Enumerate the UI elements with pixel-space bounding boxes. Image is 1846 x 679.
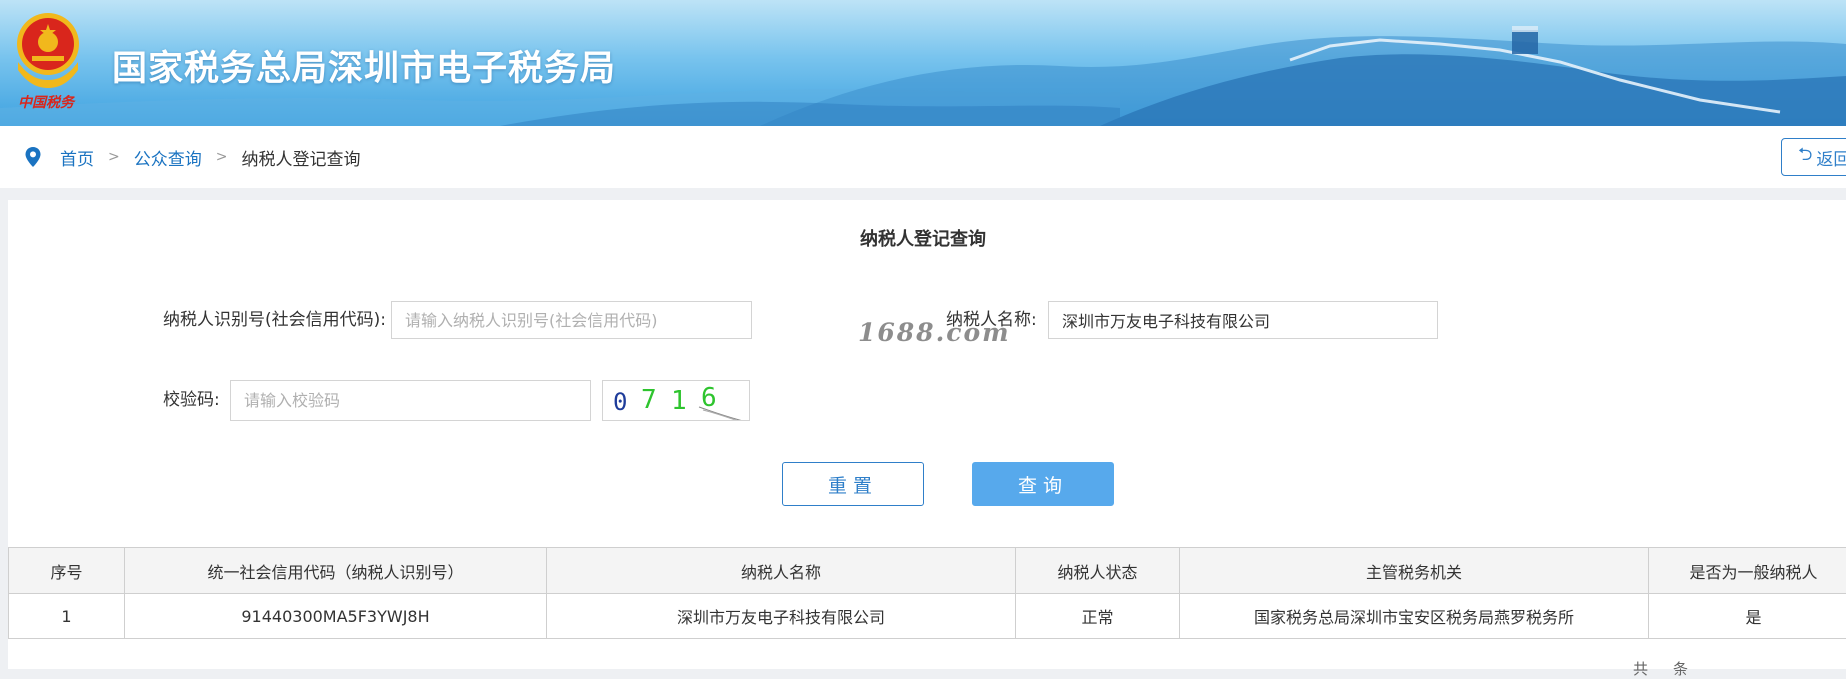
captcha-digit: 0 [613,388,627,416]
column-header: 纳税人名称 [547,548,1016,594]
captcha-input[interactable] [230,380,591,421]
column-header: 纳税人状态 [1016,548,1180,594]
query-button[interactable]: 查询 [972,462,1114,506]
location-pin-icon [24,146,42,168]
taxpayer-id-label: 纳税人识别号(社会信用代码): [163,301,386,339]
captcha-graphic: 0 7 1 6 [603,381,750,421]
back-button-label: 返回 [1816,145,1846,170]
breadcrumb-home[interactable]: 首页 [60,145,94,170]
header-banner: 中国税务 国家税务总局深圳市电子税务局 [0,0,1846,126]
site-title: 国家税务总局深圳市电子税务局 [112,40,616,91]
back-button[interactable]: ⮌ 返回 [1781,138,1846,176]
taxpayer-name-input[interactable] [1048,301,1438,339]
return-arrow-icon: ⮌ [1798,142,1812,172]
watermark: 1688.com [858,318,1011,347]
column-header: 是否为一般纳税人 [1649,548,1846,594]
taxpayer-id-input[interactable] [391,301,752,339]
column-header: 统一社会信用代码（纳税人识别号） [125,548,547,594]
breadcrumb: 首页 > 公众查询 > 纳税人登记查询 [24,126,360,188]
query-panel: 纳税人登记查询 纳税人识别号(社会信用代码): 纳税人名称: 1688.com … [8,200,1846,669]
table-header-row: 序号 统一社会信用代码（纳税人识别号） 纳税人名称 纳税人状态 主管税务机关 是… [9,548,1846,594]
cell-tax-authority: 国家税务总局深圳市宝安区税务局燕罗税务所 [1180,594,1649,639]
breadcrumb-public-query[interactable]: 公众查询 [134,145,202,170]
cell-index: 1 [9,594,125,639]
results-table: 序号 统一社会信用代码（纳税人识别号） 纳税人名称 纳税人状态 主管税务机关 是… [8,547,1846,639]
breadcrumb-separator: > [216,149,228,165]
reset-button[interactable]: 重置 [782,462,924,506]
cell-taxpayer-name: 深圳市万友电子科技有限公司 [547,594,1016,639]
breadcrumb-current: 纳税人登记查询 [241,145,360,170]
breadcrumb-separator: > [108,149,120,165]
captcha-label: 校验码: [163,381,220,419]
captcha-image[interactable]: 0 7 1 6 [602,380,750,421]
emblem-caption: 中国税务 [18,92,74,112]
captcha-digit: 7 [641,385,657,415]
breadcrumb-bar: 首页 > 公众查询 > 纳税人登记查询 ⮌ 返回 [0,126,1846,188]
column-header: 序号 [9,548,125,594]
captcha-digit: 1 [671,386,687,416]
page-title: 纳税人登记查询 [8,225,1838,251]
cell-general-taxpayer: 是 [1649,594,1846,639]
table-row[interactable]: 1 91440300MA5F3YWJ8H 深圳市万友电子科技有限公司 正常 国家… [9,594,1846,639]
column-header: 主管税务机关 [1180,548,1649,594]
cell-credit-code: 91440300MA5F3YWJ8H [125,594,547,639]
cell-status: 正常 [1016,594,1180,639]
